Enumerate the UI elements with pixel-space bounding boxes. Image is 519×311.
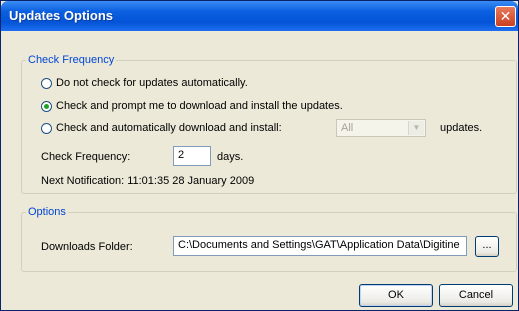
- ok-button[interactable]: OK: [359, 284, 433, 307]
- check-frequency-legend: Check Frequency: [28, 54, 115, 66]
- updates-suffix-label: updates.: [440, 122, 483, 134]
- radio-do-not-check-label[interactable]: Do not check for updates automatically.: [56, 77, 248, 89]
- title-bar[interactable]: Updates Options ✕: [1, 1, 518, 31]
- browse-button[interactable]: ...: [475, 236, 499, 257]
- cancel-button-label: Cancel: [458, 289, 494, 301]
- update-type-select[interactable]: All ▼: [336, 119, 426, 137]
- next-notification-text: Next Notification: 11:01:35 28 January 2…: [41, 175, 255, 187]
- chevron-down-icon: ▼: [408, 121, 424, 135]
- frequency-input[interactable]: 2: [173, 146, 211, 166]
- close-button[interactable]: ✕: [495, 6, 516, 27]
- radio-auto-download[interactable]: [41, 123, 52, 134]
- radio-do-not-check[interactable]: [41, 78, 52, 89]
- frequency-label: Check Frequency:: [41, 151, 131, 163]
- radio-auto-download-label[interactable]: Check and automatically download and ins…: [56, 122, 282, 134]
- downloads-folder-value: C:\Documents and Settings\GAT\Applicatio…: [178, 239, 460, 251]
- frequency-input-value: 2: [178, 149, 185, 161]
- radio-check-and-prompt-label[interactable]: Check and prompt me to download and inst…: [56, 100, 343, 112]
- cancel-button[interactable]: Cancel: [439, 284, 513, 307]
- close-icon: ✕: [499, 8, 512, 24]
- ok-button-label: OK: [388, 289, 404, 301]
- update-type-select-value: All: [341, 122, 354, 134]
- updates-options-dialog: Updates Options ✕ Check Frequency Do not…: [0, 0, 519, 311]
- frequency-unit-label: days.: [217, 151, 244, 163]
- window-title: Updates Options: [9, 8, 114, 23]
- downloads-folder-input[interactable]: C:\Documents and Settings\GAT\Applicatio…: [173, 236, 467, 256]
- browse-button-label: ...: [482, 239, 492, 251]
- downloads-folder-label: Downloads Folder:: [41, 241, 133, 253]
- options-legend: Options: [28, 206, 66, 218]
- radio-check-and-prompt[interactable]: [41, 101, 52, 112]
